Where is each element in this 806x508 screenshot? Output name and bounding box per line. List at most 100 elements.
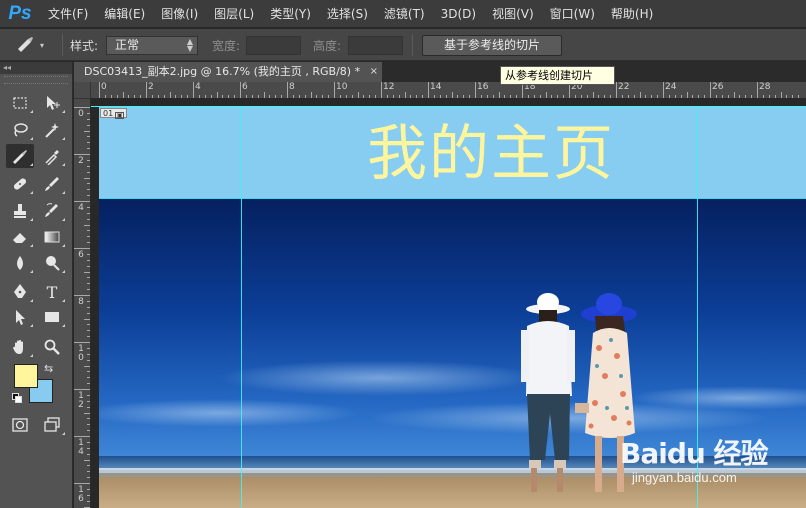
ruler-minor-tick: [539, 95, 541, 98]
menu-image[interactable]: 图像(I): [153, 0, 206, 28]
ruler-minor-tick: [486, 95, 488, 98]
menu-3d[interactable]: 3D(D): [433, 0, 484, 28]
brush-icon[interactable]: [38, 172, 66, 196]
watermark-text: Baidu 经验: [620, 437, 769, 470]
ruler-minor-tick: [87, 218, 90, 220]
document-tab-bar: DSC03413_副本2.jpg @ 16.7% (我的主页 , RGB/8) …: [74, 62, 806, 82]
menu-view[interactable]: 视图(V): [484, 0, 542, 28]
ruler-minor-tick: [439, 95, 441, 98]
ruler-minor-tick: [492, 95, 494, 98]
ruler-minor-tick: [87, 236, 90, 238]
tools-panel: ◂◂ T ⇆: [0, 62, 73, 508]
ruler-minor-tick: [762, 95, 764, 98]
ruler-minor-tick: [87, 259, 90, 261]
ruler-minor-tick: [463, 95, 465, 98]
eraser-icon[interactable]: [6, 225, 34, 249]
gradient-icon[interactable]: [38, 225, 66, 249]
move-icon[interactable]: [38, 91, 66, 115]
default-colors-icon[interactable]: [12, 393, 22, 403]
ruler-minor-tick: [84, 459, 90, 461]
menu-layer[interactable]: 图层(L): [206, 0, 262, 28]
magic-wand-icon[interactable]: [38, 118, 66, 142]
menu-file[interactable]: 文件(F): [40, 0, 96, 28]
ruler-minor-tick: [169, 92, 171, 98]
screen-mode-icon[interactable]: [38, 413, 66, 437]
ruler-label: 4: [78, 203, 84, 213]
ruler-minor-tick: [87, 377, 90, 379]
ruler-minor-tick: [275, 95, 277, 98]
baidu-watermark: Baidu 经验 jingyan.baidu.com: [620, 420, 800, 500]
ruler-minor-tick: [527, 95, 529, 98]
quick-mask-icon[interactable]: [6, 413, 34, 437]
width-field[interactable]: [246, 36, 301, 55]
ruler-minor-tick: [222, 95, 224, 98]
ruler-minor-tick: [510, 95, 512, 98]
horizontal-ruler[interactable]: 0 2 4 6 8 10 12 14 16 18 20 22 24 26 28: [91, 82, 806, 99]
type-icon[interactable]: T: [38, 280, 66, 304]
blur-icon[interactable]: [6, 251, 34, 275]
style-select[interactable]: 正常 ▲ ▼: [106, 36, 198, 55]
tool-preset-picker[interactable]: ▾: [14, 35, 56, 55]
ruler-tick: [334, 82, 335, 98]
panel-collapse-icon[interactable]: ◂◂: [0, 62, 72, 74]
ruler-label: 10: [78, 344, 84, 363]
document-tab[interactable]: DSC03413_副本2.jpg @ 16.7% (我的主页 , RGB/8) …: [74, 62, 382, 82]
ruler-minor-tick: [698, 95, 700, 98]
slices-from-guides-button[interactable]: 基于参考线的切片: [422, 35, 562, 56]
ruler-minor-tick: [87, 206, 90, 208]
ruler-minor-tick: [592, 92, 594, 98]
ruler-minor-tick: [87, 453, 90, 455]
rectangular-marquee-icon[interactable]: [6, 91, 34, 115]
healing-brush-icon[interactable]: [6, 172, 34, 196]
ruler-origin[interactable]: [74, 82, 91, 99]
guide-vertical[interactable]: [241, 107, 242, 508]
menu-help[interactable]: 帮助(H): [603, 0, 661, 28]
ruler-minor-tick: [557, 95, 559, 98]
height-field[interactable]: [348, 36, 403, 55]
dodge-icon[interactable]: [38, 251, 66, 275]
ruler-minor-tick: [322, 95, 324, 98]
vertical-ruler[interactable]: 0 2 4 6 8 10 12 14 16: [74, 99, 91, 508]
ruler-minor-tick: [574, 95, 576, 98]
slice-icon[interactable]: [6, 144, 34, 168]
document-tab-title: DSC03413_副本2.jpg @ 16.7% (我的主页 , RGB/8) …: [84, 65, 361, 78]
ruler-tick: [74, 201, 90, 202]
ruler-label: 0: [101, 82, 107, 92]
swap-colors-icon[interactable]: ⇆: [44, 362, 53, 375]
guide-horizontal[interactable]: [99, 198, 806, 199]
ruler-minor-tick: [498, 92, 500, 98]
ruler-label: 16: [78, 485, 84, 504]
menu-edit[interactable]: 编辑(E): [96, 0, 153, 28]
eyedropper-icon[interactable]: [38, 144, 66, 168]
ruler-minor-tick: [134, 95, 136, 98]
rectangle-shape-icon[interactable]: [38, 305, 66, 329]
ruler-minor-tick: [304, 95, 306, 98]
ruler-minor-tick: [580, 95, 582, 98]
path-selection-icon[interactable]: [6, 305, 34, 329]
lasso-icon[interactable]: [6, 118, 34, 142]
menu-window[interactable]: 窗口(W): [542, 0, 603, 28]
ruler-tick: [287, 82, 288, 98]
ruler-minor-tick: [245, 95, 247, 98]
banner-layer: 01 ▣ 我的主页: [99, 107, 806, 198]
photoshop-logo: Ps: [8, 2, 32, 24]
pen-icon[interactable]: [6, 280, 34, 304]
foreground-color-swatch[interactable]: [14, 364, 38, 388]
menu-type[interactable]: 类型(Y): [262, 0, 319, 28]
style-label: 样式:: [70, 39, 99, 53]
ruler-label: 14: [78, 438, 84, 457]
close-icon[interactable]: ×: [370, 62, 378, 82]
guide-horizontal-top[interactable]: [91, 106, 806, 107]
menu-filter[interactable]: 滤镜(T): [376, 0, 433, 28]
ruler-minor-tick: [745, 95, 747, 98]
zoom-icon[interactable]: [38, 335, 66, 359]
panel-grip[interactable]: [4, 76, 68, 84]
history-brush-icon[interactable]: [38, 199, 66, 223]
clone-stamp-icon[interactable]: [6, 199, 34, 223]
menu-select[interactable]: 选择(S): [319, 0, 376, 28]
ruler-minor-tick: [516, 95, 518, 98]
ruler-tick: [99, 82, 100, 98]
ruler-minor-tick: [87, 159, 90, 161]
ruler-tick: [74, 436, 90, 437]
hand-icon[interactable]: [6, 335, 34, 359]
